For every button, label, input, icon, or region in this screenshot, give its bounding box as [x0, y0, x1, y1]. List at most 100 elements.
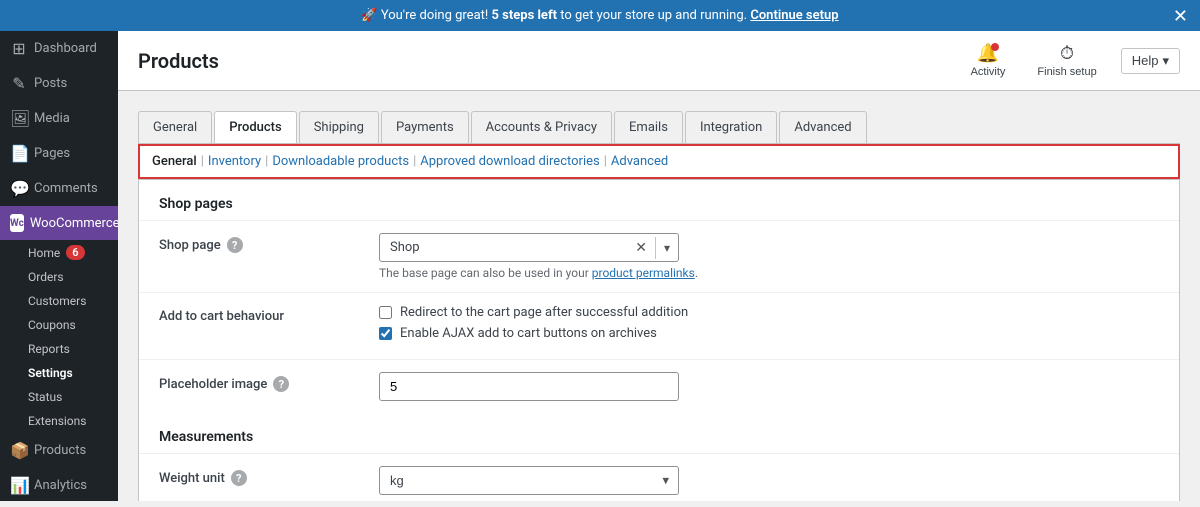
- sidebar-item-settings[interactable]: Settings: [28, 361, 118, 385]
- products-icon: 📦: [10, 441, 28, 460]
- page-title: Products: [138, 49, 219, 73]
- placeholder-image-row: Placeholder image ?: [139, 359, 1179, 413]
- weight-unit-row: Weight unit ? kg g lbs oz: [139, 453, 1179, 501]
- analytics-icon: 📊: [10, 476, 28, 495]
- sidebar-item-label: Comments: [34, 181, 98, 196]
- finish-setup-button[interactable]: ⏱ Finish setup: [1029, 39, 1104, 82]
- settings-tabs: General Products Shipping Payments Accou…: [138, 111, 1180, 144]
- sidebar-item-posts[interactable]: ✎ Posts: [0, 66, 118, 101]
- tab-emails[interactable]: Emails: [614, 111, 683, 143]
- sidebar-item-customers[interactable]: Customers: [28, 289, 118, 313]
- activity-button-wrapper: 🔔 Activity: [963, 39, 1014, 82]
- finish-setup-icon: ⏱: [1060, 43, 1074, 64]
- ajax-add-to-cart-label: Enable AJAX add to cart buttons on archi…: [400, 326, 657, 341]
- sidebar-item-woocommerce[interactable]: Wc WooCommerce: [0, 206, 118, 240]
- top-bar: Products 🔔 Activity ⏱ Finish setup Help: [118, 31, 1200, 91]
- sidebar-item-products[interactable]: 📦 Products: [0, 433, 118, 468]
- sidebar-item-pages[interactable]: 📄 Pages: [0, 136, 118, 171]
- notice-bar: 🚀 You're doing great! 5 steps left to ge…: [0, 0, 1200, 31]
- redirect-cart-checkbox[interactable]: [379, 306, 392, 319]
- placeholder-image-help-icon[interactable]: ?: [273, 376, 289, 392]
- sub-navigation: General | Inventory | Downloadable produ…: [138, 144, 1180, 179]
- sidebar-item-home[interactable]: Home 6: [28, 240, 118, 265]
- weight-unit-help-icon[interactable]: ?: [231, 470, 247, 486]
- shop-page-dropdown-button[interactable]: ▾: [655, 237, 678, 259]
- sidebar-item-extensions[interactable]: Extensions: [28, 409, 118, 433]
- add-to-cart-control: Redirect to the cart page after successf…: [379, 305, 1159, 347]
- sidebar-item-dashboard[interactable]: ⊞ Dashboard: [0, 31, 118, 66]
- sub-nav-approved[interactable]: Approved download directories: [420, 154, 599, 169]
- weight-unit-label: Weight unit ?: [159, 466, 359, 486]
- ajax-add-to-cart-checkbox[interactable]: [379, 327, 392, 340]
- sidebar-item-label: Analytics: [34, 478, 87, 493]
- placeholder-image-input[interactable]: [379, 372, 679, 401]
- sidebar-item-label: Pages: [34, 146, 70, 161]
- tab-payments[interactable]: Payments: [381, 111, 469, 143]
- shop-page-label: Shop page ?: [159, 233, 359, 253]
- media-icon: 🖼: [10, 109, 28, 128]
- sidebar-item-label: Products: [34, 443, 86, 458]
- shop-page-row: Shop page ? Shop ✕ ▾ The base page can a…: [139, 220, 1179, 292]
- pages-icon: 📄: [10, 144, 28, 163]
- tab-advanced[interactable]: Advanced: [779, 111, 866, 143]
- add-to-cart-row: Add to cart behaviour Redirect to the ca…: [139, 292, 1179, 359]
- app-layout: ⊞ Dashboard ✎ Posts 🖼 Media 📄 Pages 💬 Co…: [0, 31, 1200, 501]
- shop-page-select-wrapper: Shop ✕ ▾: [379, 233, 679, 262]
- activity-bell-icon: 🔔: [977, 43, 999, 64]
- sub-nav-inventory[interactable]: Inventory: [208, 154, 261, 169]
- dashboard-icon: ⊞: [10, 39, 28, 58]
- sidebar-item-label: Media: [34, 111, 70, 126]
- sub-nav-advanced[interactable]: Advanced: [611, 154, 668, 169]
- weight-unit-select[interactable]: kg g lbs oz: [379, 466, 679, 495]
- product-permalinks-link[interactable]: product permalinks: [592, 266, 695, 280]
- sub-nav-downloadable[interactable]: Downloadable products: [272, 154, 409, 169]
- add-to-cart-label: Add to cart behaviour: [159, 305, 359, 324]
- woocommerce-label: WooCommerce: [30, 216, 118, 231]
- sidebar-item-orders[interactable]: Orders: [28, 265, 118, 289]
- sidebar-item-coupons[interactable]: Coupons: [28, 313, 118, 337]
- content-area: General Products Shipping Payments Accou…: [118, 91, 1200, 501]
- posts-icon: ✎: [10, 74, 28, 93]
- sidebar-item-label: Dashboard: [34, 41, 97, 56]
- shop-page-value: Shop: [380, 234, 627, 261]
- top-bar-actions: 🔔 Activity ⏱ Finish setup Help ▾: [963, 39, 1180, 82]
- shop-page-clear-button[interactable]: ✕: [627, 236, 655, 260]
- placeholder-image-label: Placeholder image ?: [159, 372, 359, 392]
- shop-page-description: The base page can also be used in your p…: [379, 266, 1159, 280]
- main-content: Products 🔔 Activity ⏱ Finish setup Help: [118, 31, 1200, 501]
- ajax-add-to-cart-checkbox-row: Enable AJAX add to cart buttons on archi…: [379, 326, 1159, 341]
- help-button[interactable]: Help ▾: [1121, 48, 1180, 74]
- placeholder-image-control: [379, 372, 1159, 401]
- sidebar-item-analytics[interactable]: 📊 Analytics: [0, 468, 118, 501]
- weight-unit-select-wrapper: kg g lbs oz: [379, 466, 679, 495]
- woocommerce-icon: Wc: [10, 214, 24, 232]
- redirect-cart-checkbox-row: Redirect to the cart page after successf…: [379, 305, 1159, 320]
- activity-button[interactable]: 🔔 Activity: [963, 39, 1014, 82]
- sidebar-item-status[interactable]: Status: [28, 385, 118, 409]
- weight-unit-control: kg g lbs oz: [379, 466, 1159, 495]
- sidebar-item-media[interactable]: 🖼 Media: [0, 101, 118, 136]
- sidebar-item-label: Posts: [34, 76, 67, 91]
- sidebar-item-comments[interactable]: 💬 Comments: [0, 171, 118, 206]
- sidebar: ⊞ Dashboard ✎ Posts 🖼 Media 📄 Pages 💬 Co…: [0, 31, 118, 501]
- settings-card: Shop pages Shop page ? Shop ✕ ▾: [138, 179, 1180, 501]
- notice-text: 🚀 You're doing great! 5 steps left to ge…: [361, 8, 838, 23]
- measurements-title: Measurements: [139, 413, 1179, 453]
- tab-shipping[interactable]: Shipping: [299, 111, 379, 143]
- woocommerce-submenu: Home 6 Orders Customers Coupons Reports …: [0, 240, 118, 433]
- help-chevron-icon: ▾: [1162, 53, 1169, 69]
- sub-nav-general[interactable]: General: [152, 154, 197, 169]
- home-badge: 6: [66, 245, 84, 260]
- tab-accounts-privacy[interactable]: Accounts & Privacy: [471, 111, 612, 143]
- sidebar-item-reports[interactable]: Reports: [28, 337, 118, 361]
- shop-page-help-icon[interactable]: ?: [227, 237, 243, 253]
- tab-general[interactable]: General: [138, 111, 212, 143]
- notice-close-button[interactable]: ✕: [1173, 7, 1188, 25]
- comments-icon: 💬: [10, 179, 28, 198]
- tab-products[interactable]: Products: [214, 111, 296, 143]
- redirect-cart-label: Redirect to the cart page after successf…: [400, 305, 688, 320]
- shop-pages-title: Shop pages: [139, 180, 1179, 220]
- shop-page-control: Shop ✕ ▾ The base page can also be used …: [379, 233, 1159, 280]
- continue-setup-link[interactable]: Continue setup: [750, 8, 838, 23]
- tab-integration[interactable]: Integration: [685, 111, 777, 143]
